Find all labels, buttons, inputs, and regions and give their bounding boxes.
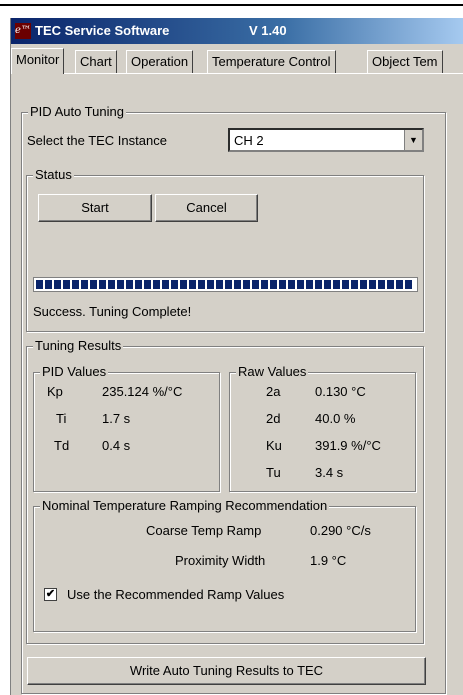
progress-block: [252, 280, 259, 289]
monitor-panel: PID Auto Tuning Select the TEC Instance …: [11, 73, 463, 695]
tu-label: Tu: [266, 465, 281, 480]
proximity-width-label: Proximity Width: [175, 553, 266, 568]
2a-label: 2a: [266, 384, 281, 399]
pid-auto-tuning-group: PID Auto Tuning Select the TEC Instance …: [21, 104, 446, 694]
progress-block: [126, 280, 133, 289]
progress-block: [162, 280, 169, 289]
progress-block: [261, 280, 268, 289]
progress-block: [108, 280, 115, 289]
progress-fill: [36, 280, 412, 289]
td-label: Td: [54, 438, 70, 453]
chevron-down-icon[interactable]: ▼: [404, 130, 422, 150]
progress-block: [243, 280, 250, 289]
2a-value: 0.130 °C: [315, 384, 366, 399]
progress-block: [306, 280, 313, 289]
pid-values-group: PID Values Kp 235.124 %/°C Ti 1.7 s Td 0…: [33, 364, 220, 492]
tuning-progress-bar: [33, 277, 418, 292]
progress-block: [234, 280, 241, 289]
progress-block: [144, 280, 151, 289]
kp-value: 235.124 %/°C: [102, 384, 183, 399]
progress-block: [99, 280, 106, 289]
progress-block: [369, 280, 376, 289]
progress-block: [63, 280, 70, 289]
progress-block: [315, 280, 322, 289]
ti-value: 1.7 s: [102, 411, 131, 426]
status-legend: Status: [33, 167, 74, 182]
tab-operation[interactable]: Operation: [126, 50, 194, 73]
instance-select-value: CH 2: [234, 133, 264, 148]
kp-label: Kp: [47, 384, 63, 399]
instance-label: Select the TEC Instance: [27, 133, 167, 148]
tab-object-temperature[interactable]: Object Tem: [367, 50, 443, 73]
cancel-button[interactable]: Cancel: [155, 194, 258, 222]
write-results-button[interactable]: Write Auto Tuning Results to TEC: [27, 657, 426, 685]
ramp-recommendation-group: Nominal Temperature Ramping Recommendati…: [33, 498, 416, 632]
progress-block: [117, 280, 124, 289]
progress-block: [180, 280, 187, 289]
progress-block: [270, 280, 277, 289]
status-message: Success. Tuning Complete!: [33, 304, 192, 319]
coarse-ramp-label: Coarse Temp Ramp: [146, 523, 262, 538]
app-window: e™ TEC Service Software V 1.40 Monitor C…: [10, 18, 463, 695]
progress-block: [288, 280, 295, 289]
tuning-results-legend: Tuning Results: [33, 338, 124, 353]
progress-block: [135, 280, 142, 289]
raw-values-group: Raw Values 2a 0.130 °C 2d 40.0 % Ku 391.…: [229, 364, 416, 492]
proximity-width-value: 1.9 °C: [310, 553, 347, 568]
progress-block: [333, 280, 340, 289]
raw-values-legend: Raw Values: [236, 364, 309, 379]
coarse-ramp-value: 0.290 °C/s: [310, 523, 371, 538]
progress-block: [297, 280, 304, 289]
progress-block: [342, 280, 349, 289]
checkmark-icon: ✔: [45, 588, 56, 600]
window-title: TEC Service Software: [35, 23, 170, 38]
title-bar[interactable]: e™ TEC Service Software V 1.40: [11, 18, 463, 44]
progress-block: [189, 280, 196, 289]
progress-block: [81, 280, 88, 289]
tab-chart[interactable]: Chart: [75, 50, 117, 73]
pid-auto-tuning-legend: PID Auto Tuning: [28, 104, 126, 119]
progress-block: [225, 280, 232, 289]
td-value: 0.4 s: [102, 438, 131, 453]
progress-block: [360, 280, 367, 289]
tab-monitor[interactable]: Monitor: [11, 48, 65, 74]
use-recommended-label[interactable]: Use the Recommended Ramp Values: [67, 587, 284, 602]
progress-block: [387, 280, 394, 289]
app-version: V 1.40: [249, 23, 287, 38]
tab-temperature-control[interactable]: Temperature Control: [207, 50, 336, 73]
progress-block: [207, 280, 214, 289]
progress-block: [405, 280, 412, 289]
progress-block: [396, 280, 403, 289]
progress-block: [45, 280, 52, 289]
progress-block: [171, 280, 178, 289]
progress-block: [351, 280, 358, 289]
status-group: Status Start Cancel Success. Tuning Comp…: [26, 167, 424, 332]
progress-block: [378, 280, 385, 289]
use-recommended-checkbox[interactable]: ✔: [44, 588, 57, 601]
progress-block: [54, 280, 61, 289]
progress-block: [198, 280, 205, 289]
pid-values-legend: PID Values: [40, 364, 109, 379]
progress-block: [324, 280, 331, 289]
ramp-recommendation-legend: Nominal Temperature Ramping Recommendati…: [40, 498, 330, 513]
instance-select[interactable]: CH 2 ▼: [228, 128, 424, 152]
2d-label: 2d: [266, 411, 281, 426]
progress-block: [72, 280, 79, 289]
progress-block: [90, 280, 97, 289]
progress-block: [153, 280, 160, 289]
progress-block: [279, 280, 286, 289]
ti-label: Ti: [56, 411, 67, 426]
app-logo-icon: e™: [15, 23, 31, 39]
ku-label: Ku: [266, 438, 282, 453]
2d-value: 40.0 %: [315, 411, 356, 426]
progress-block: [216, 280, 223, 289]
top-border: [0, 4, 463, 6]
start-button[interactable]: Start: [38, 194, 152, 222]
tuning-results-group: Tuning Results PID Values Kp 235.124 %/°…: [26, 338, 424, 644]
tu-value: 3.4 s: [315, 465, 344, 480]
progress-block: [36, 280, 43, 289]
ku-value: 391.9 %/°C: [315, 438, 381, 453]
